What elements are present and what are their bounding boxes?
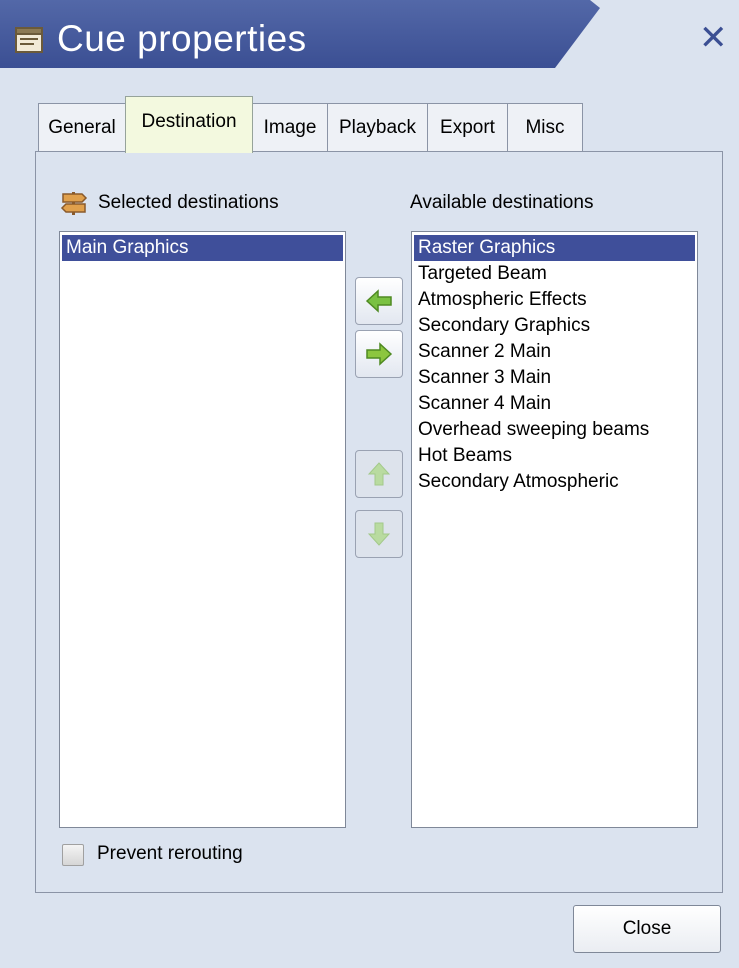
tab-general[interactable]: General [38, 103, 126, 151]
tab-label: Playback [338, 117, 417, 138]
selected-destinations-label: Selected destinations [98, 192, 279, 213]
list-item[interactable]: Targeted Beam [414, 261, 695, 287]
list-item[interactable]: Scanner 4 Main [414, 391, 695, 417]
arrow-up-icon [367, 462, 391, 486]
tab-misc[interactable]: Misc [507, 103, 583, 151]
tab-label: Export [440, 117, 495, 138]
available-destinations-list[interactable]: Raster Graphics Targeted Beam Atmospheri… [411, 231, 698, 828]
arrow-down-icon [367, 522, 391, 546]
arrow-right-icon [366, 342, 393, 366]
list-item[interactable]: Secondary Atmospheric [414, 469, 695, 495]
title-bar[interactable]: Cue properties ✕ [0, 0, 739, 68]
move-down-button[interactable] [355, 510, 403, 558]
signpost-icon [60, 192, 88, 215]
tab-export[interactable]: Export [427, 103, 508, 151]
window-title: Cue properties [57, 18, 307, 59]
list-item[interactable]: Raster Graphics [414, 235, 695, 261]
list-item[interactable]: Scanner 2 Main [414, 339, 695, 365]
remove-destination-button[interactable] [355, 330, 403, 378]
list-item[interactable]: Hot Beams [414, 443, 695, 469]
tab-label: Destination [141, 111, 237, 132]
close-button[interactable]: Close [573, 905, 721, 953]
selected-destinations-list[interactable]: Main Graphics [59, 231, 346, 828]
prevent-rerouting-checkbox[interactable] [62, 844, 84, 866]
tab-playback[interactable]: Playback [327, 103, 428, 151]
prevent-rerouting-label[interactable]: Prevent rerouting [97, 843, 243, 865]
list-item[interactable]: Atmospheric Effects [414, 287, 695, 313]
move-up-button[interactable] [355, 450, 403, 498]
tab-label: Image [263, 117, 317, 138]
list-item[interactable]: Main Graphics [62, 235, 343, 261]
tab-label: Misc [525, 117, 565, 138]
list-item[interactable]: Secondary Graphics [414, 313, 695, 339]
add-destination-button[interactable] [355, 277, 403, 325]
close-window-icon[interactable]: ✕ [699, 20, 728, 56]
available-destinations-label: Available destinations [410, 192, 594, 213]
properties-window-icon [15, 27, 43, 53]
tab-label: General [48, 117, 116, 138]
tab-image[interactable]: Image [252, 103, 328, 151]
tab-destination[interactable]: Destination [125, 96, 253, 153]
list-item[interactable]: Scanner 3 Main [414, 365, 695, 391]
list-item[interactable]: Overhead sweeping beams [414, 417, 695, 443]
arrow-left-icon [365, 289, 392, 313]
